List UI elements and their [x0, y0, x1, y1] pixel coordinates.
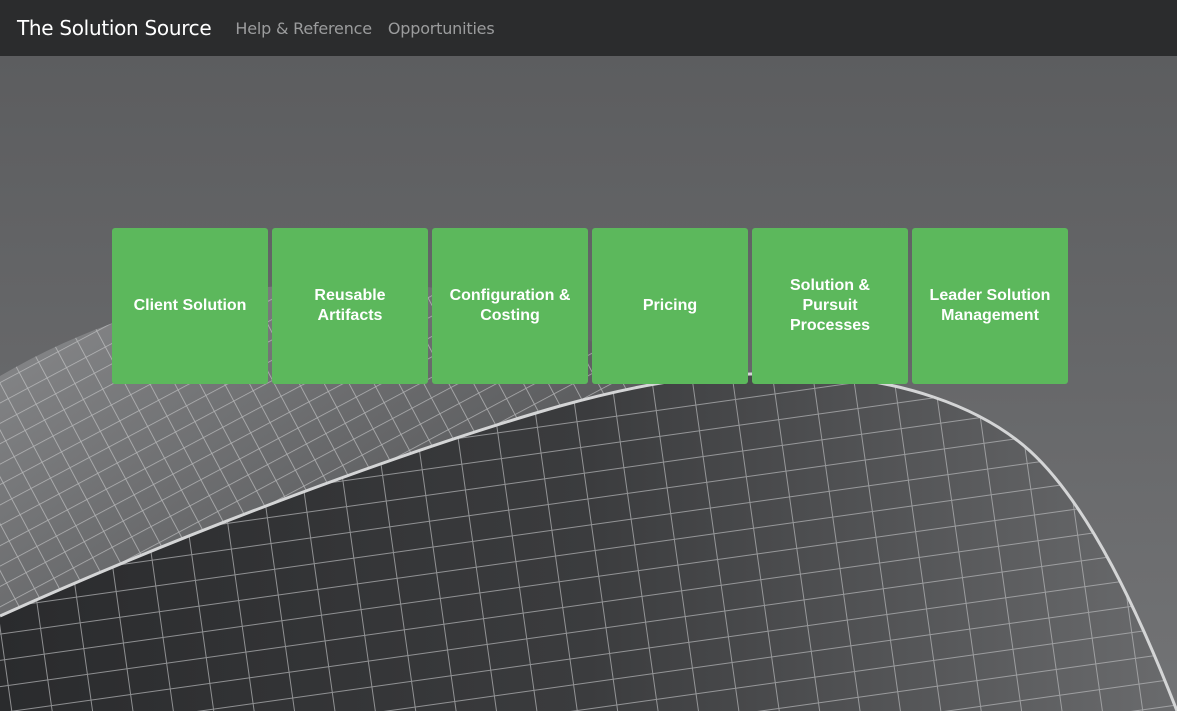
- tile-reusable-artifacts[interactable]: Reusable Artifacts: [272, 228, 428, 384]
- top-navbar: The Solution Source Help & Reference Opp…: [0, 0, 1177, 56]
- nav-link-opportunities[interactable]: Opportunities: [388, 19, 495, 38]
- tile-configuration-costing[interactable]: Configuration & Costing: [432, 228, 588, 384]
- tile-solution-pursuit-processes[interactable]: Solution & Pursuit Processes: [752, 228, 908, 384]
- hero-background: Client Solution Reusable Artifacts Confi…: [0, 56, 1177, 711]
- tile-client-solution[interactable]: Client Solution: [112, 228, 268, 384]
- nav-link-help-reference[interactable]: Help & Reference: [235, 19, 372, 38]
- tile-leader-solution-management[interactable]: Leader Solution Management: [912, 228, 1068, 384]
- tile-pricing[interactable]: Pricing: [592, 228, 748, 384]
- tile-menu: Client Solution Reusable Artifacts Confi…: [112, 228, 1068, 384]
- brand-link[interactable]: The Solution Source: [17, 16, 212, 40]
